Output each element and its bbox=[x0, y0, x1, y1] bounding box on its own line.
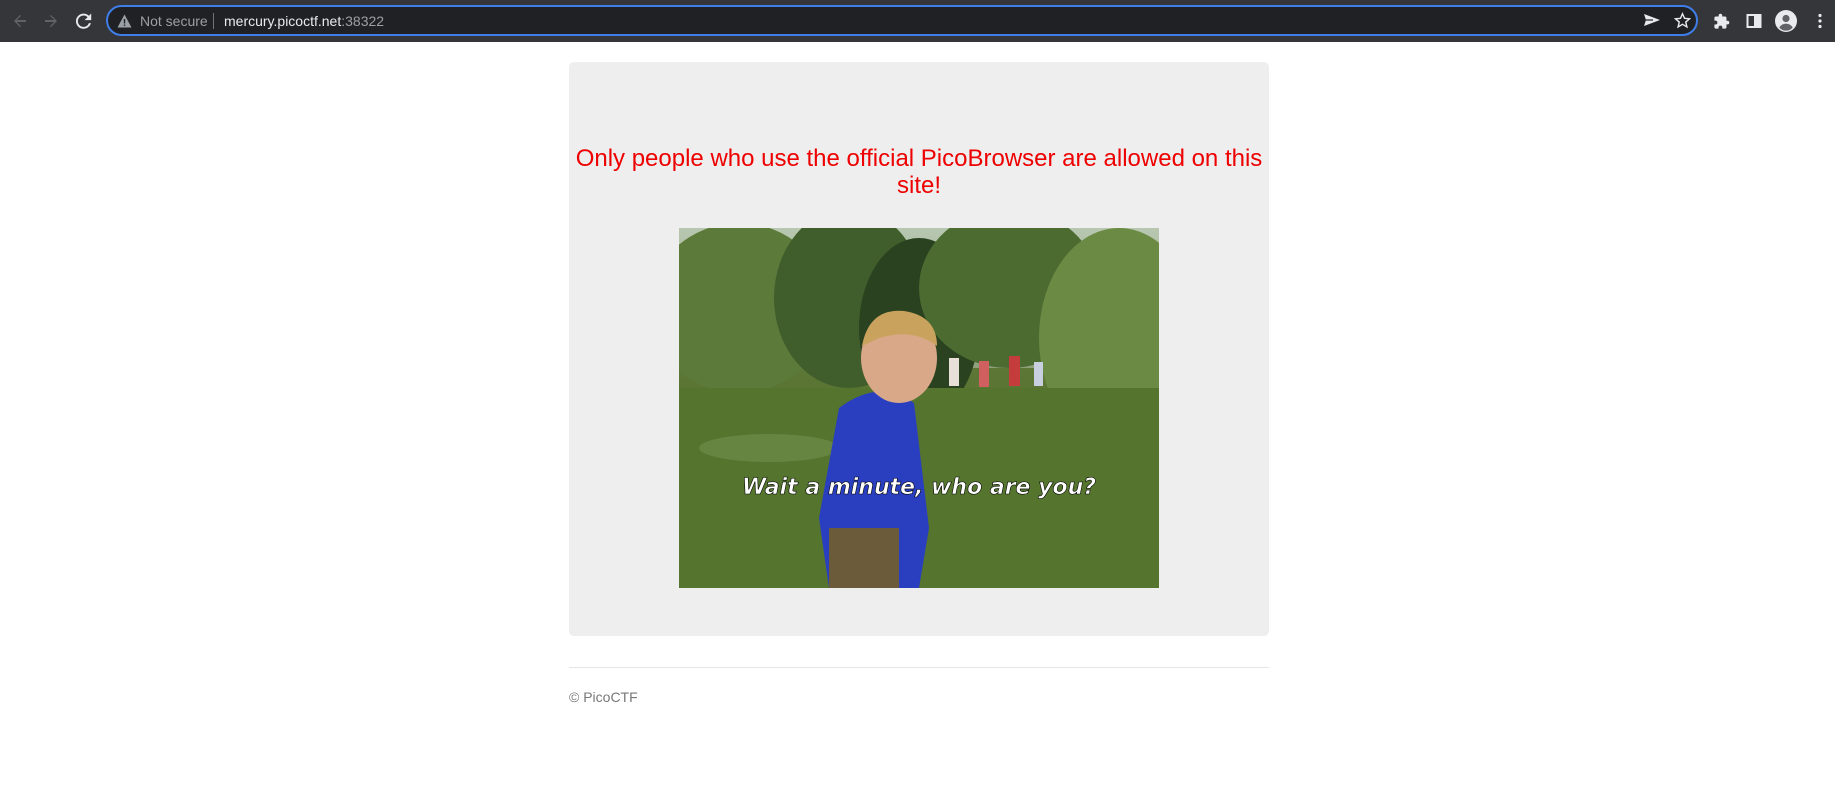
omnibox-separator bbox=[213, 13, 214, 29]
url-host: mercury.picoctf.net bbox=[224, 13, 342, 29]
profile-icon bbox=[1775, 10, 1797, 32]
address-bar[interactable]: Not secure mercury.picoctf.net:38322 bbox=[106, 5, 1698, 36]
menu-icon bbox=[1818, 13, 1822, 29]
back-icon bbox=[14, 15, 26, 27]
bookmark-star-icon[interactable] bbox=[1674, 12, 1691, 29]
reload-icon bbox=[76, 13, 92, 29]
meme-image-illustration: Wait a minute, who are you? bbox=[679, 228, 1159, 588]
reload-button[interactable] bbox=[71, 8, 97, 34]
url-text[interactable]: mercury.picoctf.net:38322 bbox=[224, 13, 384, 29]
forward-icon bbox=[45, 15, 57, 27]
back-button[interactable] bbox=[7, 8, 33, 34]
side-panel-button[interactable] bbox=[1741, 8, 1767, 34]
footer-copyright: © PicoCTF bbox=[569, 689, 638, 705]
extensions-icon bbox=[1713, 13, 1729, 29]
page-heading: Only people who use the official PicoBro… bbox=[575, 145, 1263, 199]
profile-button[interactable] bbox=[1773, 8, 1799, 34]
browser-toolbar: Not secure mercury.picoctf.net:38322 bbox=[0, 0, 1835, 42]
extensions-button[interactable] bbox=[1708, 8, 1734, 34]
forward-button[interactable] bbox=[38, 8, 64, 34]
image-caption: Wait a minute, who are you? bbox=[742, 475, 1096, 500]
footer-divider bbox=[569, 667, 1269, 668]
content-card: Only people who use the official PicoBro… bbox=[569, 62, 1269, 636]
security-label[interactable]: Not secure bbox=[140, 13, 208, 29]
meme-image: Wait a minute, who are you? bbox=[679, 228, 1159, 588]
menu-button[interactable] bbox=[1807, 8, 1833, 34]
side-panel-icon bbox=[1746, 14, 1762, 28]
warning-icon[interactable] bbox=[117, 14, 132, 28]
send-tab-icon[interactable] bbox=[1643, 12, 1661, 28]
url-port: :38322 bbox=[341, 13, 385, 29]
